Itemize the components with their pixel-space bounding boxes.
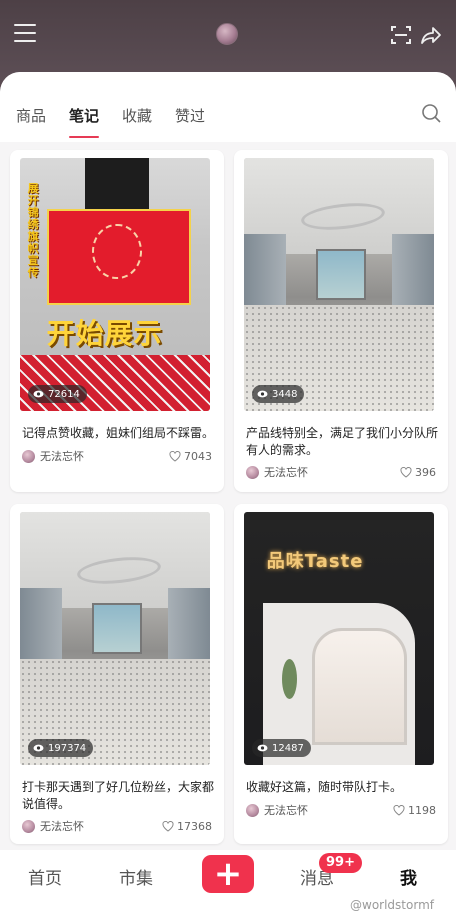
plus-icon: + (213, 854, 243, 894)
post-image: 品味Taste 12487 (244, 512, 434, 765)
tab-favorites[interactable]: 收藏 (122, 105, 152, 126)
image-side-text: 展开锦绣旗帜宣传 (27, 182, 39, 280)
active-tab-indicator (69, 136, 99, 138)
heart-icon (393, 804, 405, 816)
like-count: 396 (415, 465, 436, 479)
author-avatar[interactable] (246, 465, 259, 479)
author-avatar[interactable] (246, 803, 259, 817)
top-bar (0, 0, 456, 80)
tab-bar: 商品 笔记 收藏 赞过 (0, 72, 456, 142)
watermark: @worldstormf (350, 898, 434, 912)
nav-home[interactable]: 首页 (28, 864, 62, 889)
nav-market[interactable]: 市集 (119, 864, 153, 889)
post-card[interactable]: 展开锦绣旗帜宣传 开始展示 72614 记得点赞收藏，姐妹们组局不踩雷。 无法忘… (10, 150, 224, 492)
like-button[interactable]: 396 (400, 466, 436, 479)
bottom-nav: 首页 市集 + 消息 99+ 我 @worldstormf (0, 850, 456, 922)
avatar[interactable] (216, 23, 238, 45)
author-avatar[interactable] (22, 449, 35, 463)
messages-badge: 99+ (319, 853, 362, 873)
post-meta: 无法忘怀 1198 (246, 802, 436, 818)
nav-me[interactable]: 我 (400, 864, 417, 889)
view-count-badge: 72614 (28, 385, 87, 403)
heart-icon (400, 466, 412, 478)
view-count-badge: 3448 (252, 385, 305, 403)
heart-icon (162, 820, 174, 832)
author-name[interactable]: 无法忘怀 (40, 818, 84, 834)
profile-panel: 商品 笔记 收藏 赞过 展开锦绣旗帜宣传 开始展示 72614 记得点赞收藏，姐… (0, 72, 456, 922)
view-count: 197374 (48, 742, 87, 754)
like-button[interactable]: 17368 (162, 820, 212, 833)
post-image: 展开锦绣旗帜宣传 开始展示 72614 (20, 158, 210, 411)
author-name[interactable]: 无法忘怀 (264, 802, 308, 818)
eye-icon (257, 390, 268, 398)
tab-notes[interactable]: 笔记 (69, 105, 99, 126)
post-card[interactable]: 品味Taste 12487 收藏好这篇，随时带队打卡。 无法忘怀 1198 (234, 504, 448, 844)
image-overlay-text: 品味Taste (266, 551, 364, 573)
view-count: 12487 (272, 742, 304, 754)
post-meta: 无法忘怀 17368 (22, 818, 212, 834)
author-name[interactable]: 无法忘怀 (264, 464, 308, 480)
post-title[interactable]: 收藏好这篇，随时带队打卡。 (246, 779, 440, 796)
search-icon[interactable] (421, 103, 441, 123)
create-post-button[interactable]: + (202, 855, 254, 893)
heart-icon (169, 450, 181, 462)
author-avatar[interactable] (22, 819, 35, 833)
view-count: 3448 (272, 388, 298, 400)
post-title[interactable]: 产品线特别全，满足了我们小分队所有人的需求。 (246, 425, 440, 459)
author-name[interactable]: 无法忘怀 (40, 448, 84, 464)
like-count: 7043 (184, 449, 212, 463)
tab-products[interactable]: 商品 (16, 105, 46, 126)
tab-liked[interactable]: 赞过 (175, 105, 205, 126)
post-meta: 无法忘怀 7043 (22, 448, 212, 464)
eye-icon (33, 744, 44, 752)
eye-icon (257, 744, 268, 752)
eye-icon (33, 390, 44, 398)
post-card[interactable]: 197374 打卡那天遇到了好几位粉丝，大家都说值得。 无法忘怀 17368 (10, 504, 224, 844)
post-title[interactable]: 记得点赞收藏，姐妹们组局不踩雷。 (22, 425, 216, 442)
image-overlay-text: 开始展示 (46, 317, 163, 351)
share-icon[interactable] (420, 24, 442, 46)
like-count: 17368 (177, 819, 212, 833)
post-image: 3448 (244, 158, 434, 411)
view-count: 72614 (48, 388, 80, 400)
view-count-badge: 197374 (28, 739, 94, 757)
like-button[interactable]: 1198 (393, 804, 436, 817)
like-button[interactable]: 7043 (169, 450, 212, 463)
like-count: 1198 (408, 803, 436, 817)
view-count-badge: 12487 (252, 739, 311, 757)
post-meta: 无法忘怀 396 (246, 464, 436, 480)
scan-icon[interactable] (390, 24, 412, 46)
post-image: 197374 (20, 512, 210, 765)
post-card[interactable]: 3448 产品线特别全，满足了我们小分队所有人的需求。 无法忘怀 396 (234, 150, 448, 492)
post-title[interactable]: 打卡那天遇到了好几位粉丝，大家都说值得。 (22, 779, 216, 813)
menu-icon[interactable] (14, 24, 36, 44)
